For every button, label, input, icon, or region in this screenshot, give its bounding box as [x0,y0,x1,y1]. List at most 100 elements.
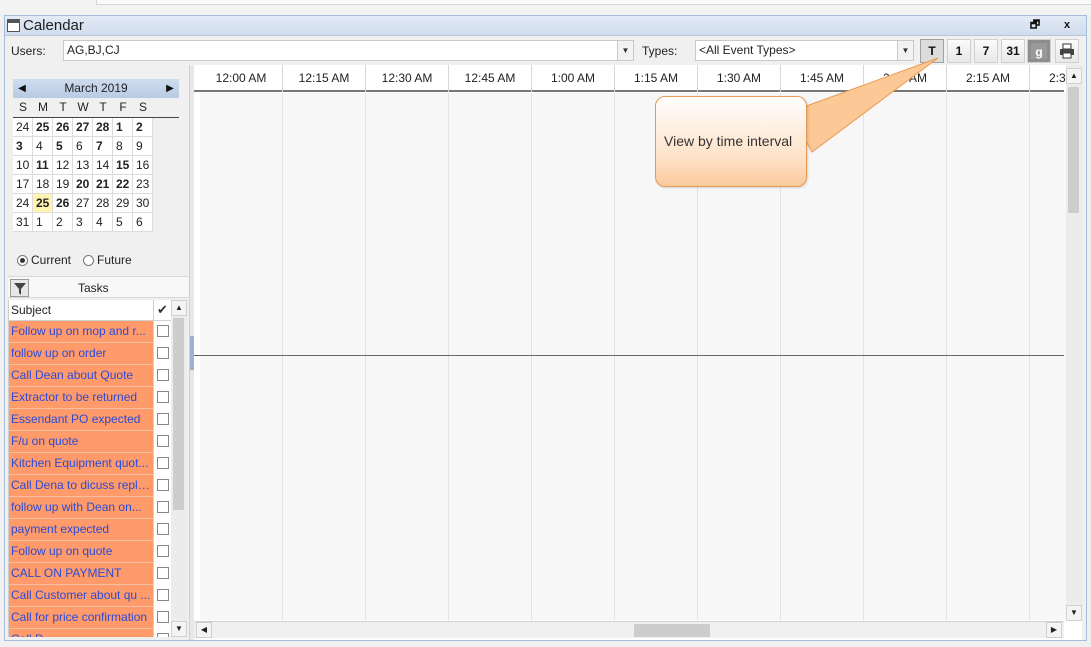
subject-column-header[interactable]: Subject [11,303,51,317]
calendar-day[interactable]: 6 [133,213,153,232]
calendar-day[interactable]: 4 [33,137,53,156]
calendar-day[interactable]: 25 [33,194,53,213]
task-complete-checkbox[interactable] [153,563,171,585]
task-complete-checkbox[interactable] [153,409,171,431]
task-row[interactable]: Call for price confirmation [9,607,171,629]
scroll-down-icon[interactable]: ▼ [1066,605,1082,621]
task-subject[interactable]: Call D... [11,629,151,637]
time-slot-column[interactable] [200,93,283,620]
scroll-right-icon[interactable]: ▶ [1046,622,1062,638]
task-complete-checkbox[interactable] [153,519,171,541]
calendar-day[interactable]: 1 [33,213,53,232]
calendar-day[interactable]: 23 [133,175,153,194]
calendar-day[interactable]: 2 [133,118,153,137]
task-row[interactable]: follow up with Dean on... [9,497,171,519]
task-row[interactable]: Follow up on quote [9,541,171,563]
task-complete-checkbox[interactable] [153,497,171,519]
prev-month-icon[interactable]: ◀ [13,79,31,98]
filter-button[interactable] [10,279,29,297]
print-button[interactable] [1055,39,1079,63]
scroll-thumb[interactable] [1068,87,1079,213]
task-subject[interactable]: Call for price confirmation [11,607,151,628]
calendar-day[interactable]: 15 [113,156,133,175]
task-subject[interactable]: Essendant PO expected [11,409,151,430]
task-row[interactable]: F/u on quote [9,431,171,453]
task-complete-checkbox[interactable] [153,343,171,365]
calendar-day[interactable]: 24 [13,194,33,213]
task-row[interactable]: Call Customer about qu ... [9,585,171,607]
task-subject[interactable]: Call Customer about qu ... [11,585,151,606]
task-complete-checkbox[interactable] [153,321,171,343]
calendar-day[interactable]: 2 [53,213,73,232]
calendar-day[interactable]: 3 [13,137,33,156]
types-combo[interactable]: <All Event Types> ▼ [695,40,914,61]
task-subject[interactable]: payment expected [11,519,151,540]
calendar-day[interactable]: 7 [93,137,113,156]
task-row[interactable]: follow up on order [9,343,171,365]
tasks-scrollbar[interactable]: ▲ ▼ [171,300,187,637]
time-slot-column[interactable] [283,93,366,620]
calendar-day[interactable]: 11 [33,156,53,175]
task-subject[interactable]: Call Dean about Quote [11,365,151,386]
task-subject[interactable]: follow up on order [11,343,151,364]
scroll-up-icon[interactable]: ▲ [171,300,187,316]
calendar-day[interactable]: 4 [93,213,113,232]
task-row[interactable]: CALL ON PAYMENT [9,563,171,585]
time-slot-column[interactable] [532,93,615,620]
task-complete-checkbox[interactable] [153,585,171,607]
calendar-day[interactable]: 8 [113,137,133,156]
chevron-down-icon[interactable]: ▼ [617,41,633,60]
future-radio[interactable]: Future [83,253,132,267]
task-subject[interactable]: Call Dena to dicuss repla... [11,475,151,496]
task-complete-checkbox[interactable] [153,387,171,409]
calendar-day[interactable]: 17 [13,175,33,194]
task-row[interactable]: Essendant PO expected [9,409,171,431]
task-row[interactable]: Call Dena to dicuss repla... [9,475,171,497]
view-day-button[interactable]: 1 [947,39,971,63]
task-row[interactable]: Kitchen Equipment quot... [9,453,171,475]
horizontal-scroll-thumb[interactable] [634,624,710,637]
scroll-up-icon[interactable]: ▲ [1066,68,1082,84]
view-month-button[interactable]: 31 [1001,39,1025,63]
task-row[interactable]: Extractor to be returned [9,387,171,409]
task-subject[interactable]: Extractor to be returned [11,387,151,408]
calendar-day[interactable]: 3 [73,213,93,232]
view-week-button[interactable]: 7 [974,39,998,63]
schedule-scrollbar[interactable]: ▲ ▼ [1066,65,1082,621]
task-subject[interactable]: Kitchen Equipment quot... [11,453,151,474]
scroll-thumb[interactable] [173,318,184,510]
task-row[interactable]: Call D... [9,629,171,637]
scroll-down-icon[interactable]: ▼ [171,621,187,637]
calendar-day[interactable]: 24 [13,118,33,137]
scroll-left-icon[interactable]: ◀ [196,622,212,638]
task-complete-checkbox[interactable] [153,365,171,387]
time-slot-column[interactable] [947,93,1030,620]
time-slot-column[interactable] [864,93,947,620]
task-complete-checkbox[interactable] [153,453,171,475]
calendar-day[interactable]: 5 [53,137,73,156]
calendar-day[interactable]: 10 [13,156,33,175]
calendar-day[interactable]: 28 [93,118,113,137]
task-subject[interactable]: Follow up on quote [11,541,151,562]
calendar-day[interactable]: 21 [93,175,113,194]
task-row[interactable]: Call Dean about Quote [9,365,171,387]
calendar-day[interactable]: 28 [93,194,113,213]
calendar-day[interactable]: 26 [53,118,73,137]
calendar-day[interactable]: 14 [93,156,113,175]
calendar-day[interactable]: 6 [73,137,93,156]
task-row[interactable]: Follow up on mop and r... [9,321,171,343]
task-complete-checkbox[interactable] [153,431,171,453]
calendar-day[interactable]: 25 [33,118,53,137]
task-complete-checkbox[interactable] [153,475,171,497]
calendar-day[interactable]: 22 [113,175,133,194]
task-subject[interactable]: follow up with Dean on... [11,497,151,518]
calendar-day[interactable]: 31 [13,213,33,232]
calendar-day[interactable]: 9 [133,137,153,156]
calendar-day[interactable]: 27 [73,118,93,137]
calendar-day[interactable]: 19 [53,175,73,194]
calendar-day[interactable]: 30 [133,194,153,213]
close-button[interactable]: x [1059,18,1075,33]
calendar-day[interactable]: 26 [53,194,73,213]
calendar-day[interactable]: 27 [73,194,93,213]
restore-button[interactable]: 🗗 [1027,18,1043,33]
